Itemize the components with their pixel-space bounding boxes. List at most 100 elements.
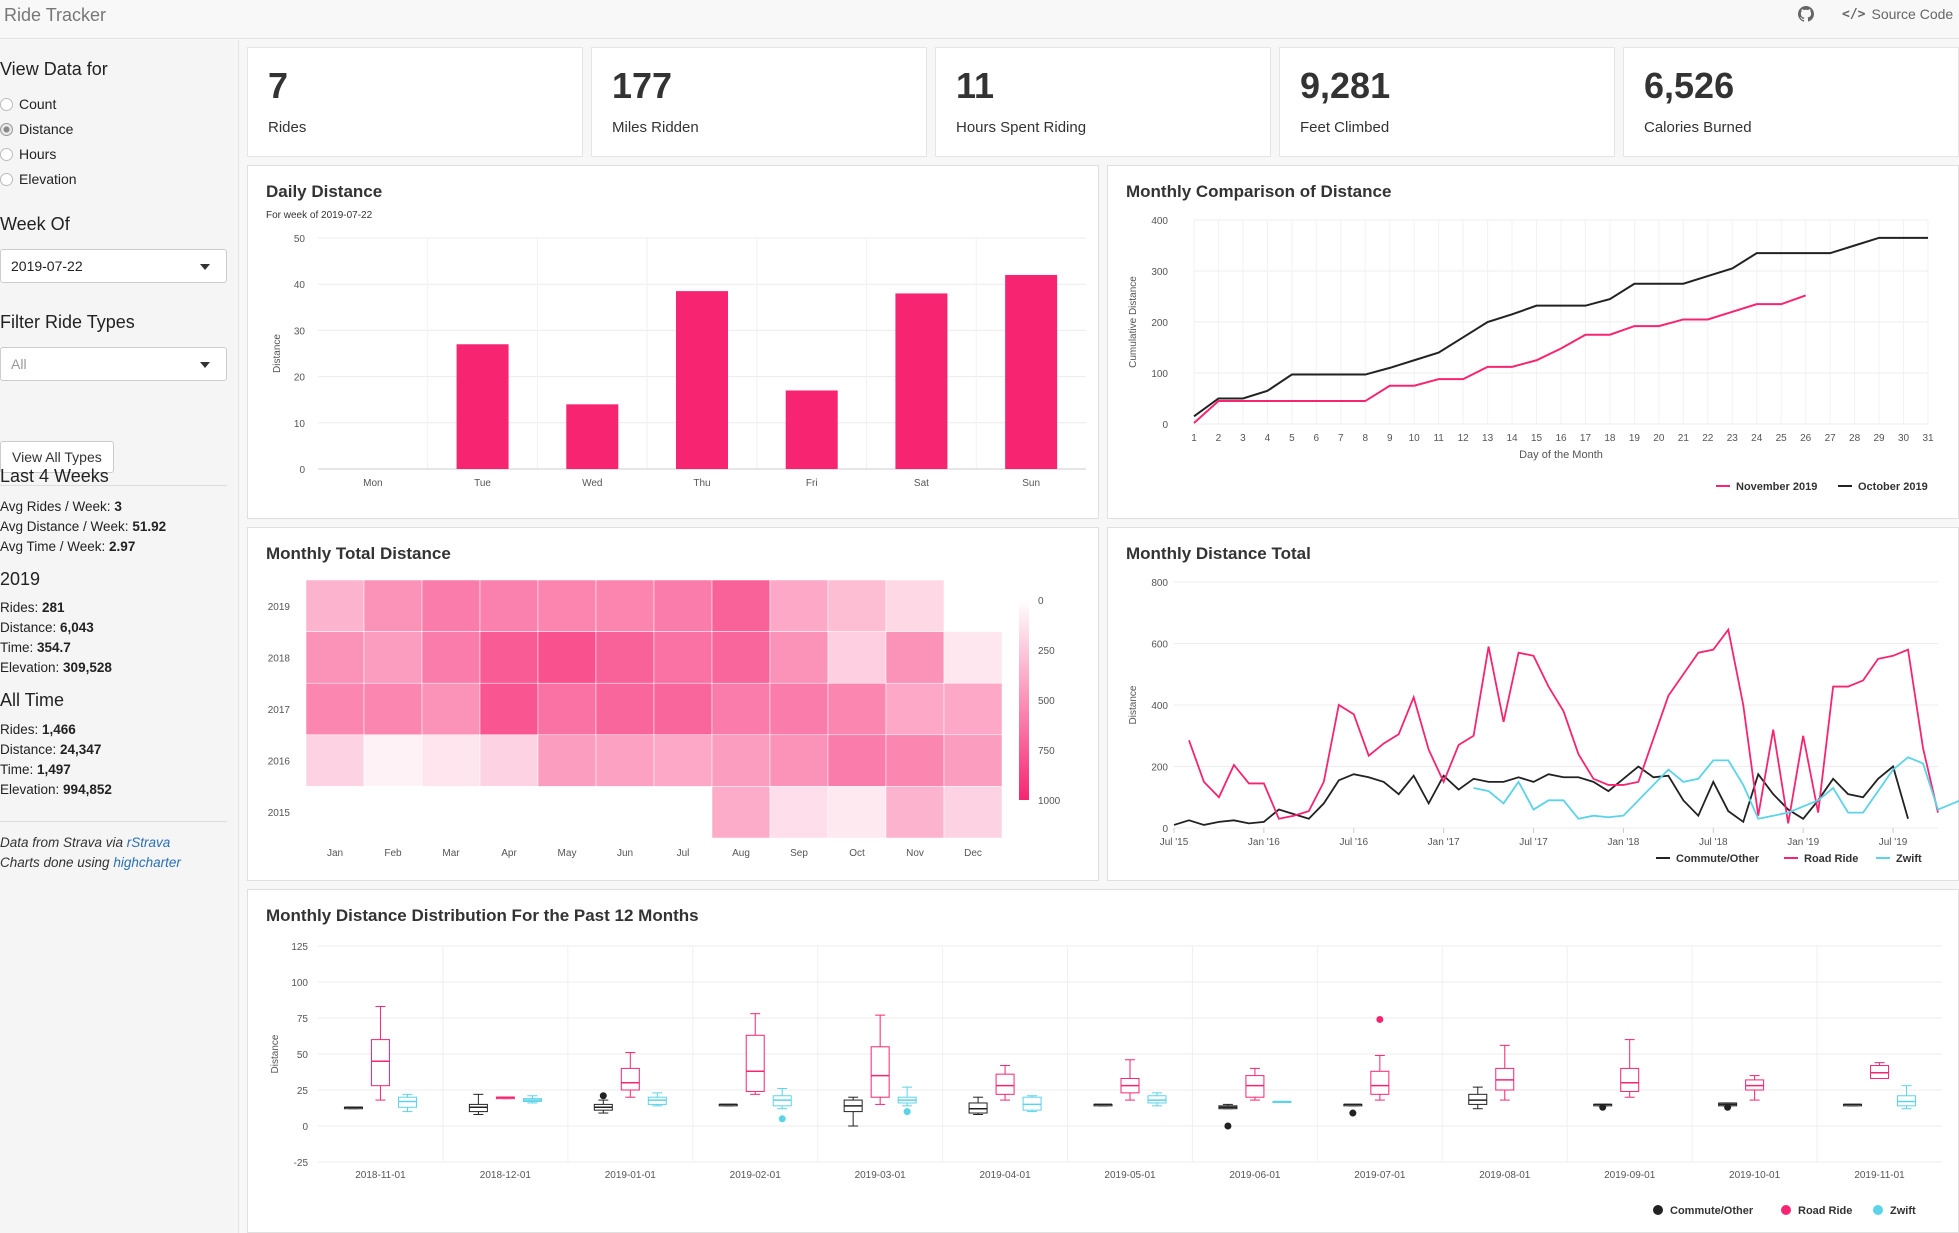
heatmap-cell (943, 734, 1003, 787)
x-tick-label: 2019-04-01 (979, 1170, 1031, 1181)
stat-alltime-time: Time: 1,497 (0, 762, 71, 777)
y-tick-label: -25 (294, 1158, 309, 1169)
y-tick-label: 0 (299, 465, 305, 476)
radio-hours[interactable]: Hours (0, 146, 56, 162)
bar (456, 344, 509, 469)
x-tick-label: 8 (1362, 433, 1368, 444)
heatmap-cell (653, 631, 713, 684)
source-code-label: Source Code (1871, 6, 1954, 22)
code-icon: </> (1842, 6, 1866, 22)
x-tick-label: Wed (582, 478, 602, 489)
radio-count[interactable]: Count (0, 96, 56, 112)
heatmap-cell (885, 734, 945, 787)
x-tick-label: 23 (1727, 433, 1739, 444)
heatmap-cell (827, 786, 887, 839)
y-axis-label: Distance (1128, 685, 1139, 724)
radio-icon[interactable] (0, 122, 13, 136)
heatmap-cell (479, 631, 539, 684)
x-tick-label: Feb (384, 848, 402, 859)
outlier-point (1349, 1109, 1357, 1117)
filter-ride-types-heading: Filter Ride Types (0, 312, 135, 332)
heatmap-cell (885, 631, 945, 684)
view-data-heading: View Data for (0, 59, 108, 79)
y-tick-label: 200 (1151, 763, 1168, 774)
value-box-rides: 7 Rides (247, 47, 583, 157)
x-tick-label: 28 (1849, 433, 1861, 444)
x-tick-label: Tue (474, 478, 491, 489)
y-tick-label: 400 (1151, 701, 1168, 712)
x-tick-label: 17 (1580, 433, 1592, 444)
week-select-value: 2019-07-22 (11, 258, 83, 274)
heatmap-cell (769, 734, 829, 787)
divider (0, 821, 227, 822)
outlier-point (903, 1108, 911, 1116)
github-icon[interactable] (1798, 6, 1814, 22)
legend-swatch (1781, 1205, 1791, 1215)
stat-2019-time: Time: 354.7 (0, 640, 71, 655)
radio-icon[interactable] (0, 172, 13, 186)
box (370, 1039, 390, 1087)
ride-type-select-value: All (11, 356, 27, 372)
radio-icon[interactable] (0, 97, 13, 111)
y-axis-label: Distance (272, 334, 283, 373)
rstrava-link[interactable]: rStrava (127, 835, 171, 850)
x-tick-label: 10 (1409, 433, 1421, 444)
heatmap-cell (943, 786, 1003, 839)
bar (566, 404, 619, 469)
stat-alltime-rides: Rides: 1,466 (0, 722, 76, 737)
heatmap-cell (885, 682, 945, 736)
value-box-calories: 6,526 Calories Burned (1623, 47, 1959, 157)
x-tick-label: 2018-11-01 (355, 1170, 406, 1181)
heatmap-cell (711, 631, 771, 684)
radio-label: Count (19, 96, 57, 112)
heatmap-cell (537, 682, 597, 736)
y-tick-label: 300 (1151, 267, 1168, 278)
heatmap-cell (421, 579, 481, 632)
heatmap-cell (653, 579, 713, 632)
heatmap-cell (769, 579, 829, 632)
outlier-point (1724, 1103, 1732, 1111)
highcharter-link[interactable]: highcharter (113, 855, 181, 870)
legend-label: Zwift (1896, 853, 1922, 865)
x-tick-label: 21 (1678, 433, 1690, 444)
y-tick-label: 800 (1151, 578, 1168, 589)
x-tick-label: Jul (677, 848, 690, 859)
x-tick-label: 27 (1825, 433, 1837, 444)
heatmap-cell (595, 631, 655, 684)
chart-subtitle: For week of 2019-07-22 (266, 210, 373, 221)
legend-swatch (1653, 1205, 1663, 1215)
y-tick-label: 0 (302, 1122, 308, 1133)
x-tick-label: Mar (442, 848, 460, 859)
x-tick-label: 2019-11-01 (1854, 1170, 1905, 1181)
x-tick-label: Sun (1022, 478, 1040, 489)
heatmap-cell (305, 579, 365, 632)
value-box-label: Feet Climbed (1300, 119, 1390, 136)
x-tick-label: 20 (1653, 433, 1665, 444)
value-box-number: 7 (268, 65, 289, 106)
distribution-card: Monthly Distance Distribution For the Pa… (247, 889, 1959, 1233)
chevron-down-icon (200, 264, 210, 270)
week-select[interactable]: 2019-07-22 (0, 249, 227, 283)
source-code-link[interactable]: </> Source Code (1842, 6, 1953, 22)
radio-elevation[interactable]: Elevation (0, 171, 77, 187)
daily-distance-card: Daily Distance For week of 2019-07-22 0 10… (247, 165, 1099, 519)
outlier-point (1599, 1103, 1607, 1111)
ride-type-select[interactable]: All (0, 347, 227, 381)
x-tick-label: Aug (732, 848, 750, 859)
radio-distance[interactable]: Distance (0, 121, 73, 137)
y-tick-label: 2017 (268, 705, 291, 716)
box (1370, 1070, 1390, 1095)
heatmap-cell (595, 734, 655, 787)
x-tick-label: Sat (914, 478, 929, 489)
radio-icon[interactable] (0, 147, 13, 161)
x-tick-label: 14 (1507, 433, 1519, 444)
heatmap-cell (479, 682, 539, 736)
x-tick-label: 15 (1531, 433, 1543, 444)
x-tick-label: 4 (1265, 433, 1271, 444)
value-box-label: Rides (268, 119, 307, 136)
value-box-label: Hours Spent Riding (956, 119, 1087, 136)
legend-label: Road Ride (1798, 1205, 1852, 1217)
x-tick-label: Mon (363, 478, 382, 489)
heatmap-cell (711, 734, 771, 787)
app-brand[interactable]: Ride Tracker (4, 5, 106, 26)
